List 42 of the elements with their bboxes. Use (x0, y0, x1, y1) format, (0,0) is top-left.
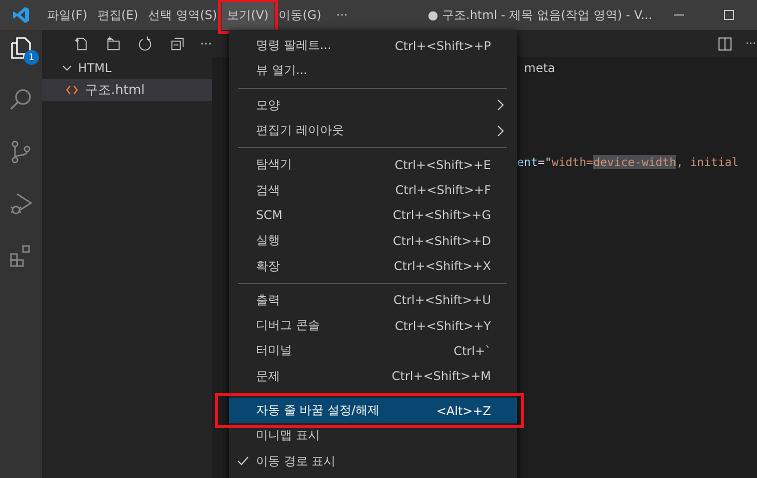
menu-item[interactable]: 디버그 콘솔 Ctrl+<Shift>+Y (229, 312, 517, 338)
refresh-icon[interactable] (138, 36, 154, 52)
collapse-all-icon[interactable] (170, 36, 186, 52)
explorer-icon[interactable] (8, 35, 34, 61)
more-actions-button[interactable]: ··· (746, 37, 757, 50)
menu-title[interactable]: 보기(V) (222, 0, 274, 30)
maximize-icon (723, 9, 736, 21)
menu-item[interactable]: 출력 Ctrl+<Shift>+U (229, 288, 517, 313)
more-actions-button[interactable]: ··· (200, 36, 212, 51)
menu-item[interactable]: 뷰 열기... (229, 58, 517, 84)
run-debug-icon[interactable] (8, 191, 34, 217)
new-file-icon[interactable] (74, 36, 90, 52)
menu-item[interactable]: 이동 경로 표시 (229, 448, 517, 474)
menu-item[interactable]: SCM Ctrl+<Shift>+G (229, 202, 517, 228)
menu-title[interactable]: 선택 영역(S) (143, 0, 222, 30)
menu-item[interactable]: 탐색기 Ctrl+<Shift>+E (229, 152, 517, 178)
menu-item[interactable]: 편집기 레이아웃 (229, 118, 517, 144)
chevron-right-icon (497, 99, 505, 112)
checkmark-icon (236, 456, 248, 466)
menu-item[interactable]: 검색 Ctrl+<Shift>+F (229, 177, 517, 203)
window-title: ● 구조.html - 제목 없음(작업 영역) - V... (428, 6, 652, 24)
app-logo-icon (12, 6, 30, 24)
menu-title[interactable]: 편집(E) (92, 0, 144, 30)
chevron-down-icon (62, 63, 72, 73)
menu-item[interactable]: 실행 Ctrl+<Shift>+D (229, 228, 517, 254)
new-folder-icon[interactable] (106, 36, 122, 52)
menu-item[interactable]: 터미널 Ctrl+` (229, 338, 517, 364)
more-menus-button[interactable]: ··· (326, 0, 358, 30)
menu-title[interactable]: 이동(G) (274, 0, 326, 30)
menu-item[interactable]: 명령 팔레트... Ctrl+<Shift>+P (229, 33, 517, 58)
menu-item[interactable]: 자동 줄 바꿈 설정/해제 <Alt>+Z (229, 398, 517, 424)
menu-item[interactable]: 문제 Ctrl+<Shift>+M (229, 364, 517, 389)
menu-item[interactable]: 미니맵 표시 (229, 423, 517, 448)
chevron-right-icon (497, 124, 505, 137)
menu-item[interactable]: 모양 (229, 92, 517, 118)
menu-item[interactable]: 확장 Ctrl+<Shift>+X (229, 253, 517, 279)
folder-row[interactable]: HTML (42, 57, 212, 79)
code-file-icon (66, 85, 78, 95)
menu-title[interactable]: 파일(F) (42, 0, 92, 30)
notification-badge: 1 (24, 50, 39, 65)
file-row[interactable]: 구조.html (42, 79, 212, 101)
split-editor-icon[interactable] (718, 36, 732, 50)
